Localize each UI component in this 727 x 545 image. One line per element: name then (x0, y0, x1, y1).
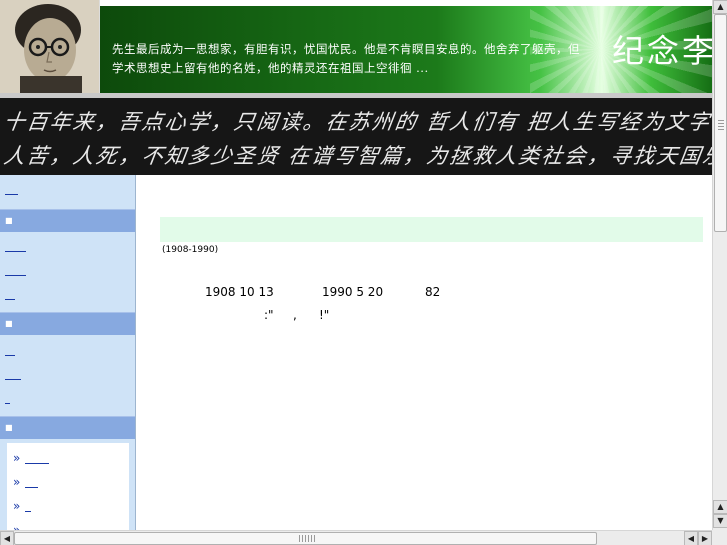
panel-link-underline (25, 463, 49, 464)
arrow-up-icon: ▲ (717, 502, 724, 511)
site-title: 纪念李 (612, 32, 712, 70)
chevron-right-icon: » (13, 451, 21, 465)
arrow-up-icon: ▲ (717, 2, 724, 11)
portrait-image (0, 0, 99, 93)
main-content: (1908-1990) 1908 10 13 1990 5 20 82 :" ,… (137, 175, 712, 530)
birth-date: 1908 10 13 (205, 285, 274, 299)
grip-icon (299, 535, 315, 542)
calligraphy-line-1: 十百年来，吾点心学，只阅读。在苏州的 哲人们有 把人生写经为文字 (2, 110, 712, 134)
lifespan-dates: (1908-1990) (162, 245, 219, 255)
scroll-up-button[interactable]: ▲ (713, 0, 727, 14)
section-bullet-icon: ■ (5, 319, 13, 328)
sidebar-section-header-3: ■ (0, 416, 135, 439)
scroll-up-button-lower[interactable]: ▲ (713, 500, 727, 514)
sidebar-link-2[interactable] (5, 242, 26, 252)
sidebar-link-1[interactable] (5, 185, 18, 195)
vertical-scrollbar[interactable]: ▲ ▲ ▼ (712, 0, 727, 530)
arrow-left-icon: ◀ (3, 534, 11, 543)
panel-link-underline (25, 511, 31, 512)
scroll-left-button[interactable]: ◀ (0, 531, 14, 545)
sidebar-link-6[interactable] (5, 370, 21, 380)
browser-viewport: 先生最后成为一思想家，有胆有识，忧国忧民。他是不肯瞑目安息的。他舍弃了躯壳，但学… (0, 0, 727, 545)
scroll-down-button[interactable]: ▼ (713, 514, 727, 528)
chevron-right-icon: » (13, 475, 21, 489)
header-banner: 先生最后成为一思想家，有胆有识，忧国忧民。他是不肯瞑目安息的。他舍弃了躯壳，但学… (0, 0, 712, 93)
chevron-right-icon: » (13, 499, 21, 513)
arrow-left-icon: ◀ (687, 534, 695, 543)
quote-close: !" (319, 308, 330, 322)
sidebar-link-5[interactable] (5, 346, 15, 356)
scroll-left-button-right[interactable]: ◀ (684, 531, 698, 545)
horizontal-scrollbar[interactable]: ◀ ◀ ▶ (0, 530, 712, 545)
scroll-right-button[interactable]: ▶ (698, 531, 712, 545)
sidebar-link-3[interactable] (5, 266, 26, 276)
banner-quote: 先生最后成为一思想家，有胆有识，忧国忧民。他是不肯瞑目安息的。他舍弃了躯壳，但学… (112, 42, 580, 75)
calligraphy-banner: 十百年来，吾点心学，只阅读。在苏州的 哲人们有 把人生写经为文字 人苦，人死，不… (0, 93, 712, 175)
banner-background: 先生最后成为一思想家，有胆有识，忧国忧民。他是不肯瞑目安息的。他舍弃了躯壳，但学… (100, 6, 712, 93)
age-at-death: 82 (425, 285, 441, 299)
section-bullet-icon: ■ (5, 216, 13, 225)
grip-icon (718, 120, 724, 130)
sidebar-link-4[interactable] (5, 290, 15, 300)
sidebar-link-7[interactable] (5, 394, 10, 404)
portrait-photo (0, 0, 100, 93)
article-title-bar (160, 217, 703, 242)
sidebar-link-panel: » » » » (7, 443, 129, 530)
calligraphy-line-2: 人苦，人死，不知多少圣贤 在谱写智篇，为拯救人类社会，寻找天国乐园 (2, 144, 712, 168)
scrollbar-corner (712, 530, 727, 545)
arrow-right-icon: ▶ (701, 534, 709, 543)
sidebar-nav: ■ ■ ■ » » » » (0, 175, 136, 530)
horizontal-scroll-thumb[interactable] (14, 532, 597, 545)
sidebar-section-header-2: ■ (0, 312, 135, 335)
quote-comma: , (293, 308, 297, 322)
sidebar-section-header-1: ■ (0, 209, 135, 232)
vertical-scroll-thumb[interactable] (714, 14, 727, 232)
panel-link-underline (25, 487, 38, 488)
quote-open: :" (264, 308, 274, 322)
death-date: 1990 5 20 (322, 285, 384, 299)
section-bullet-icon: ■ (5, 423, 13, 432)
arrow-down-icon: ▼ (717, 516, 724, 525)
